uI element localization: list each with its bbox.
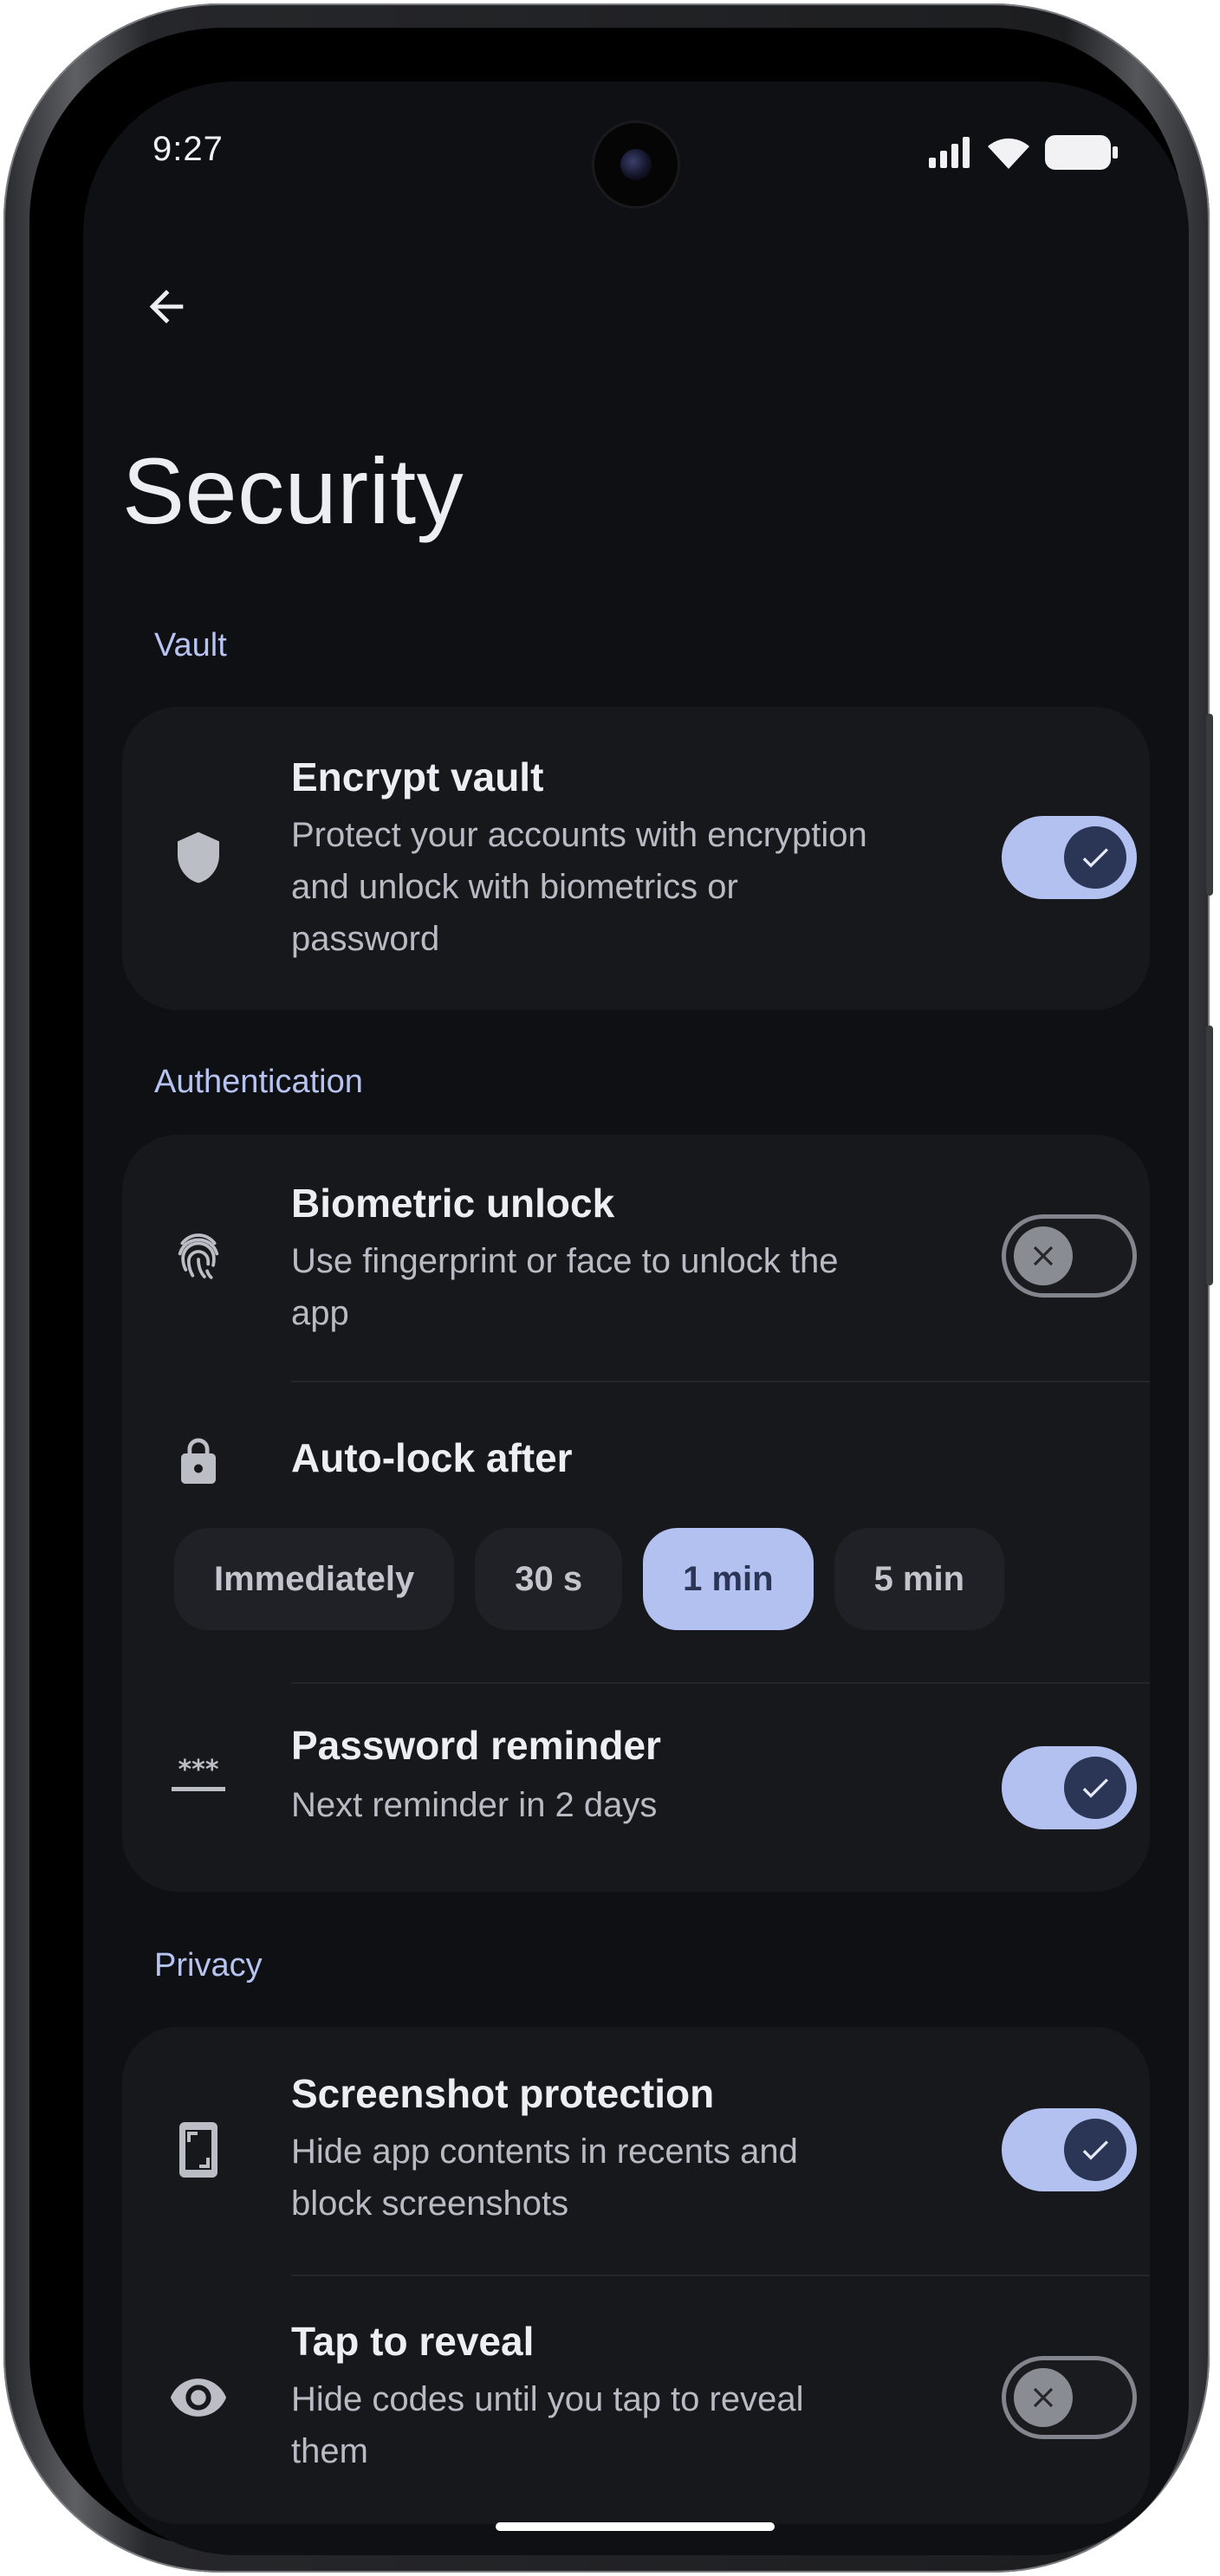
encrypt-vault-toggle[interactable]	[1002, 816, 1137, 899]
section-label-privacy: Privacy	[154, 1947, 263, 1984]
toggle-knob	[1014, 2368, 1073, 2427]
svg-text:***: ***	[178, 1755, 218, 1785]
home-indicator[interactable]	[496, 2522, 775, 2531]
privacy-card: Screenshot protection Hide app contents …	[122, 2027, 1150, 2524]
biometric-unlock-subtitle-line: Use fingerprint or face to unlock the	[291, 1242, 839, 1280]
encrypt-vault-row[interactable]: Encrypt vault Protect your accounts with…	[122, 707, 1150, 1010]
auto-lock-option-30s[interactable]: 30 s	[475, 1528, 623, 1630]
wifi-icon	[988, 138, 1029, 169]
encrypt-vault-subtitle-line: Protect your accounts with encryption	[291, 816, 867, 854]
tap-to-reveal-subtitle-line: Hide codes until you tap to reveal	[291, 2380, 804, 2418]
phone-bezel: 9:27 Security Vault Encrypt vault Protec…	[29, 28, 1189, 2555]
auto-lock-option-immediately[interactable]: Immediately	[174, 1528, 455, 1630]
biometric-unlock-toggle[interactable]	[1002, 1214, 1137, 1298]
biometric-unlock-title: Biometric unlock	[291, 1181, 615, 1226]
screenshot-protection-title: Screenshot protection	[291, 2071, 715, 2116]
toggle-knob	[1014, 1227, 1073, 1285]
volume-button	[1206, 714, 1213, 896]
screenshot-protection-subtitle-line: Hide app contents in recents and	[291, 2133, 798, 2171]
close-icon	[1033, 2387, 1054, 2408]
encrypt-vault-subtitle-line: password	[291, 920, 440, 958]
eye-icon	[165, 2365, 231, 2430]
tap-to-reveal-subtitle: Hide codes until you tap to reveal them	[291, 2373, 941, 2477]
password-reminder-title: Password reminder	[291, 1723, 661, 1768]
tap-to-reveal-title: Tap to reveal	[291, 2319, 535, 2364]
battery-icon	[1045, 135, 1118, 170]
toggle-knob	[1064, 826, 1126, 889]
check-icon	[1082, 1778, 1108, 1798]
screenshot-protection-subtitle: Hide app contents in recents and block s…	[291, 2126, 941, 2230]
close-icon	[1033, 1246, 1054, 1266]
tap-to-reveal-toggle[interactable]	[1002, 2356, 1137, 2439]
section-label-authentication: Authentication	[154, 1064, 363, 1100]
auto-lock-option-5min[interactable]: 5 min	[834, 1528, 1005, 1630]
auto-lock-title: Auto-lock after	[291, 1435, 573, 1480]
status-icons	[929, 133, 1118, 172]
password-reminder-subtitle: Next reminder in 2 days	[291, 1786, 658, 1824]
tap-to-reveal-subtitle-line: them	[291, 2432, 368, 2470]
encrypt-vault-subtitle-line: and unlock with biometrics or	[291, 868, 738, 906]
lock-icon	[165, 1429, 231, 1495]
check-icon	[1082, 848, 1108, 868]
arrow-back-icon	[149, 289, 184, 324]
password-reminder-toggle[interactable]	[1002, 1746, 1137, 1829]
back-button[interactable]	[132, 272, 201, 341]
phone-frame: 9:27 Security Vault Encrypt vault Protec…	[3, 3, 1213, 2573]
encrypt-vault-subtitle: Protect your accounts with encryption an…	[291, 809, 941, 965]
screenshot-protection-subtitle-line: block screenshots	[291, 2184, 569, 2223]
screenshot-protection-icon	[165, 2117, 231, 2183]
signal-icon	[929, 137, 970, 168]
tap-to-reveal-row[interactable]: Tap to reveal Hide codes until you tap t…	[122, 2276, 1150, 2524]
auto-lock-options: Immediately 30 s 1 min 5 min	[174, 1528, 1005, 1630]
password-reminder-row[interactable]: *** Password reminder Next reminder in 2…	[122, 1684, 1150, 1892]
page-title: Security	[122, 438, 464, 543]
toggle-knob	[1064, 2119, 1126, 2181]
screenshot-protection-toggle[interactable]	[1002, 2108, 1137, 2191]
check-icon	[1082, 2140, 1108, 2160]
status-bar: 9:27	[83, 81, 1189, 211]
screenshot-protection-row[interactable]: Screenshot protection Hide app contents …	[122, 2027, 1150, 2275]
biometric-unlock-row[interactable]: Biometric unlock Use fingerprint or face…	[122, 1135, 1150, 1381]
password-icon: ***	[165, 1741, 231, 1807]
authentication-card: Biometric unlock Use fingerprint or face…	[122, 1135, 1150, 1892]
vault-card: Encrypt vault Protect your accounts with…	[122, 707, 1150, 1010]
encrypt-vault-title: Encrypt vault	[291, 754, 544, 799]
biometric-unlock-subtitle-line: app	[291, 1294, 349, 1332]
shield-icon	[165, 825, 231, 890]
app-screen: 9:27 Security Vault Encrypt vault Protec…	[83, 81, 1189, 2555]
auto-lock-option-1min[interactable]: 1 min	[643, 1528, 814, 1630]
fingerprint-icon	[165, 1223, 231, 1289]
toggle-knob	[1064, 1757, 1126, 1819]
power-button	[1206, 1026, 1213, 1285]
front-camera	[594, 123, 678, 206]
section-label-vault: Vault	[154, 627, 227, 663]
biometric-unlock-subtitle: Use fingerprint or face to unlock the ap…	[291, 1235, 941, 1339]
status-time: 9:27	[152, 130, 224, 168]
